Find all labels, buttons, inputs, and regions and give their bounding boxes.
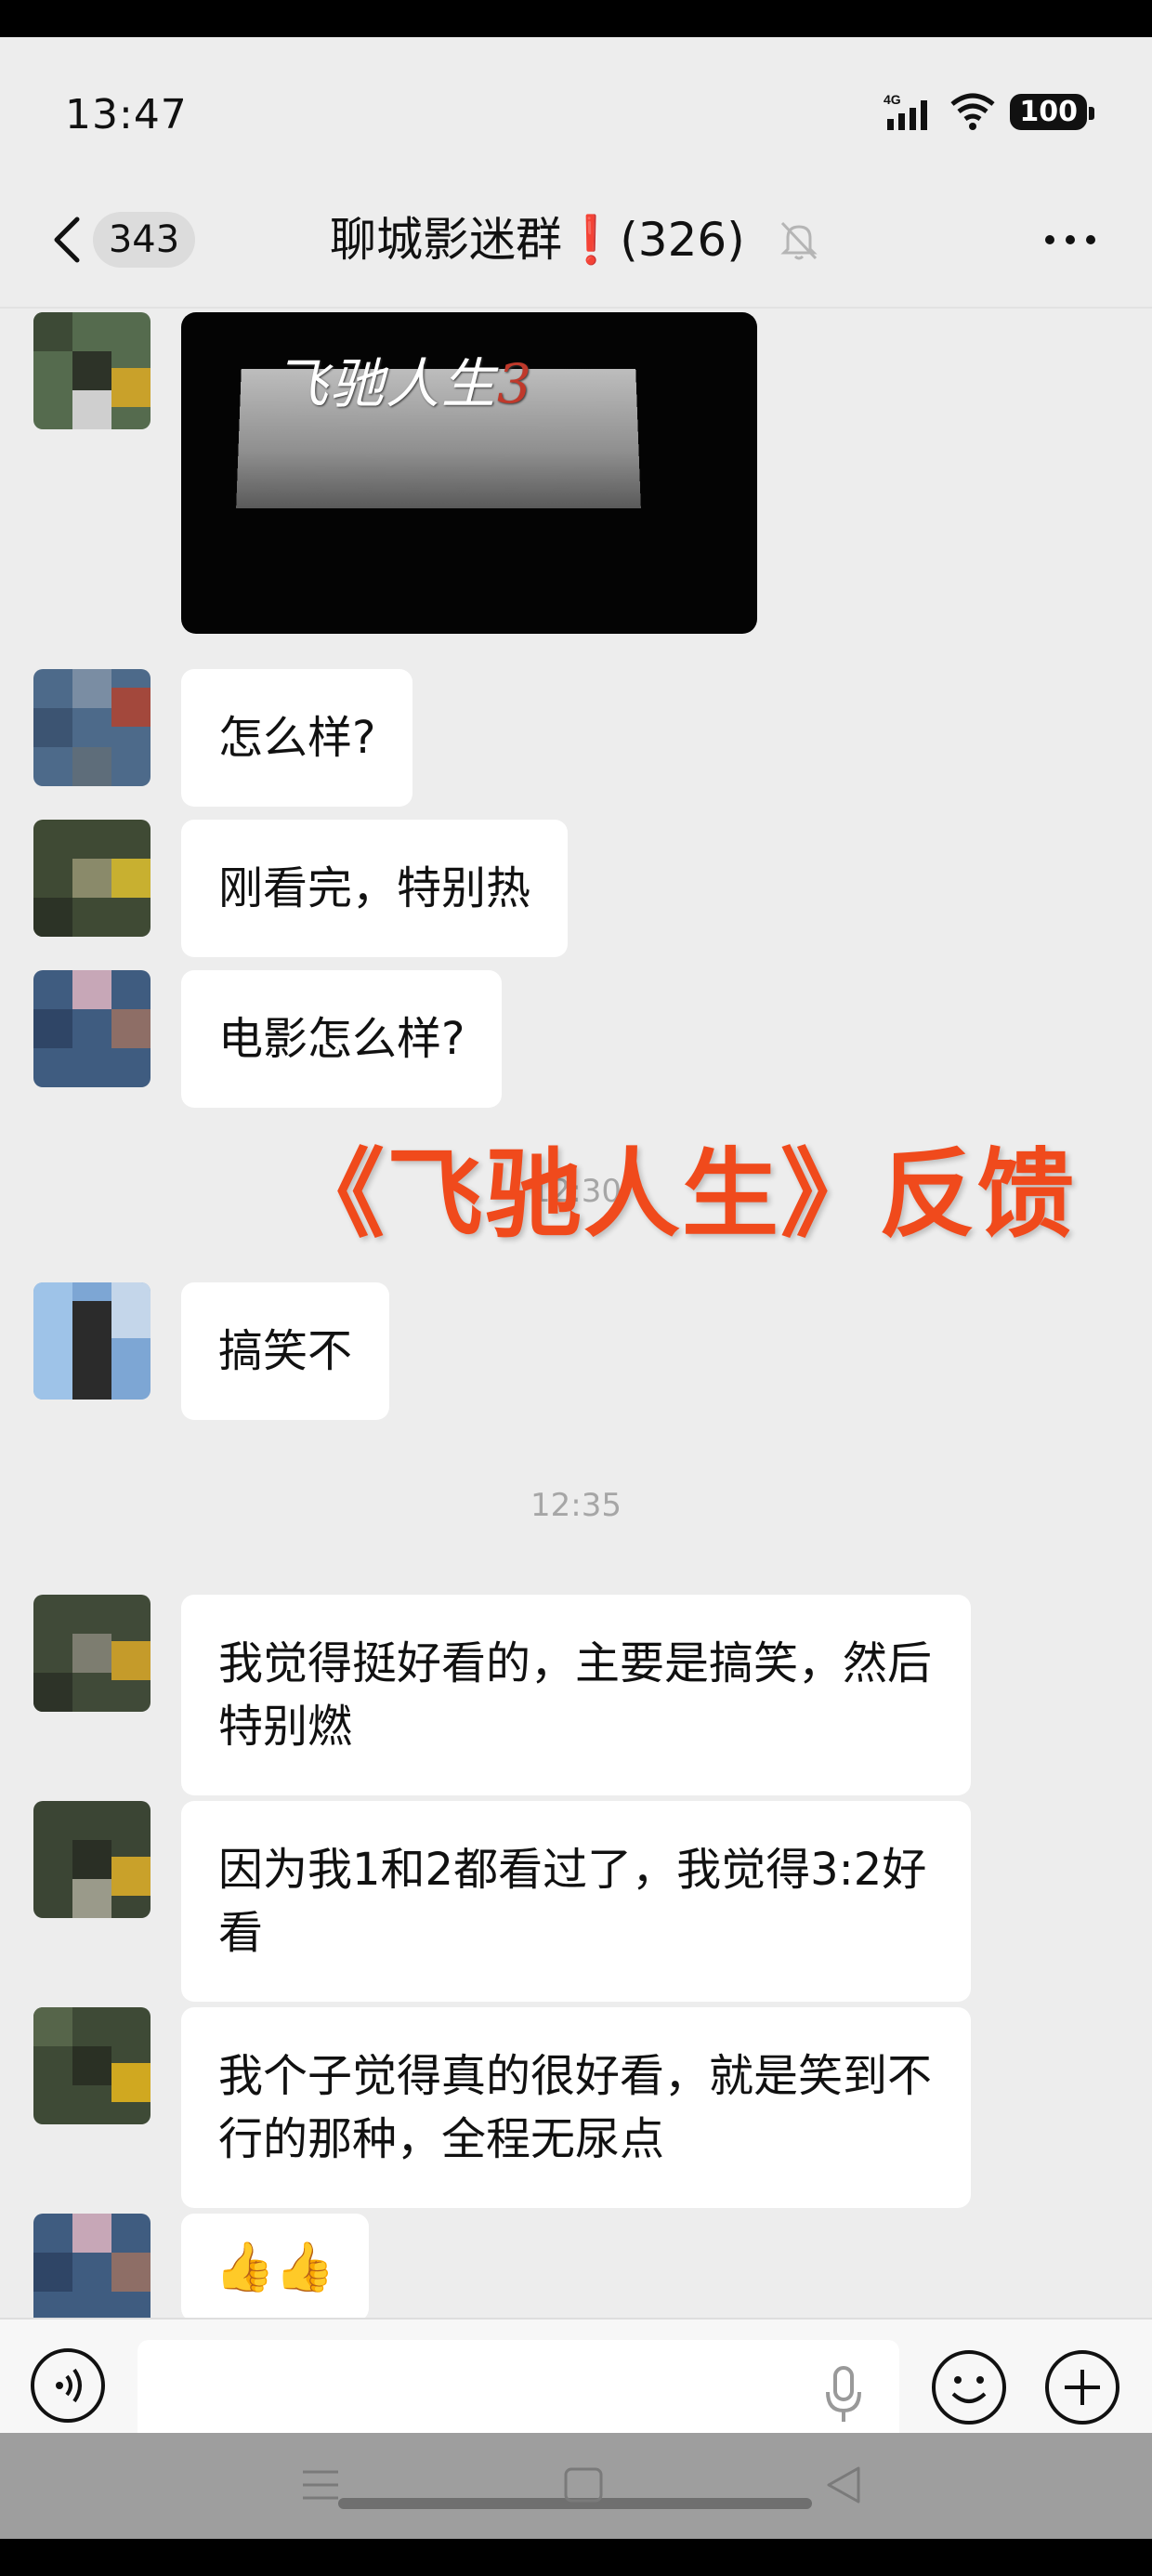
header-divider: [0, 307, 1152, 309]
avatar[interactable]: [33, 2007, 151, 2124]
message-bubble[interactable]: 怎么样?: [181, 669, 413, 807]
nav-menu-icon[interactable]: [299, 2466, 342, 2504]
mute-bell-icon: [780, 221, 818, 260]
back-arrow-icon[interactable]: [42, 212, 98, 268]
top-black-bar: [0, 0, 1152, 37]
unread-count-badge[interactable]: 343: [93, 212, 195, 268]
avatar[interactable]: [33, 1595, 151, 1712]
message-bubble[interactable]: 我个子觉得真的很好看，就是笑到不行的那种，全程无尿点: [181, 2007, 971, 2208]
status-bar: 13:47 4G 100: [0, 37, 1152, 186]
voice-icon[interactable]: [28, 2346, 108, 2425]
status-time: 13:47: [65, 91, 188, 138]
avatar[interactable]: [33, 970, 151, 1087]
status-icons: 4G 100: [884, 91, 1094, 132]
movie-screen-title: 飞驰人生3: [274, 352, 533, 415]
avatar[interactable]: [33, 312, 151, 429]
bottom-black-bar: [0, 2539, 1152, 2576]
group-title: 聊城影迷群❗(326): [330, 213, 745, 267]
input-bar: [0, 2318, 1152, 2444]
timestamp: 12:35: [530, 1487, 622, 1524]
message-bubble[interactable]: 电影怎么样?: [181, 970, 503, 1108]
mic-icon[interactable]: [822, 2364, 865, 2425]
avatar[interactable]: [33, 669, 151, 786]
system-nav-bar: [0, 2433, 1152, 2539]
battery-indicator: 100: [1010, 93, 1094, 130]
message-bubble[interactable]: 因为我1和2都看过了，我觉得3:2好看: [181, 1801, 971, 2002]
more-dots-icon[interactable]: [1042, 232, 1098, 247]
plus-icon[interactable]: [1042, 2347, 1122, 2427]
avatar[interactable]: [33, 1801, 151, 1918]
nav-back-icon[interactable]: [821, 2463, 864, 2507]
movie-photo-message[interactable]: 飞驰人生3: [181, 312, 757, 634]
avatar[interactable]: [33, 820, 151, 937]
message-input[interactable]: [137, 2340, 899, 2444]
emoji-icon[interactable]: [929, 2347, 1009, 2427]
chat-header: 343 聊城影迷群❗(326): [0, 186, 1152, 307]
message-bubble[interactable]: 我觉得挺好看的，主要是搞笑，然后特别燃: [181, 1595, 971, 1795]
message-bubble[interactable]: 刚看完，特别热: [181, 820, 569, 957]
message-bubble[interactable]: 搞笑不: [181, 1282, 390, 1420]
overlay-caption: 《飞驰人生》反馈: [288, 1137, 1077, 1251]
wifi-icon: [950, 93, 995, 130]
avatar[interactable]: [33, 2214, 151, 2331]
nav-home-icon[interactable]: [563, 2466, 604, 2504]
signal-icon: 4G: [884, 92, 928, 130]
avatar[interactable]: [33, 1282, 151, 1400]
message-bubble[interactable]: 👍👍: [181, 2214, 369, 2321]
network-label: 4G: [884, 92, 901, 107]
